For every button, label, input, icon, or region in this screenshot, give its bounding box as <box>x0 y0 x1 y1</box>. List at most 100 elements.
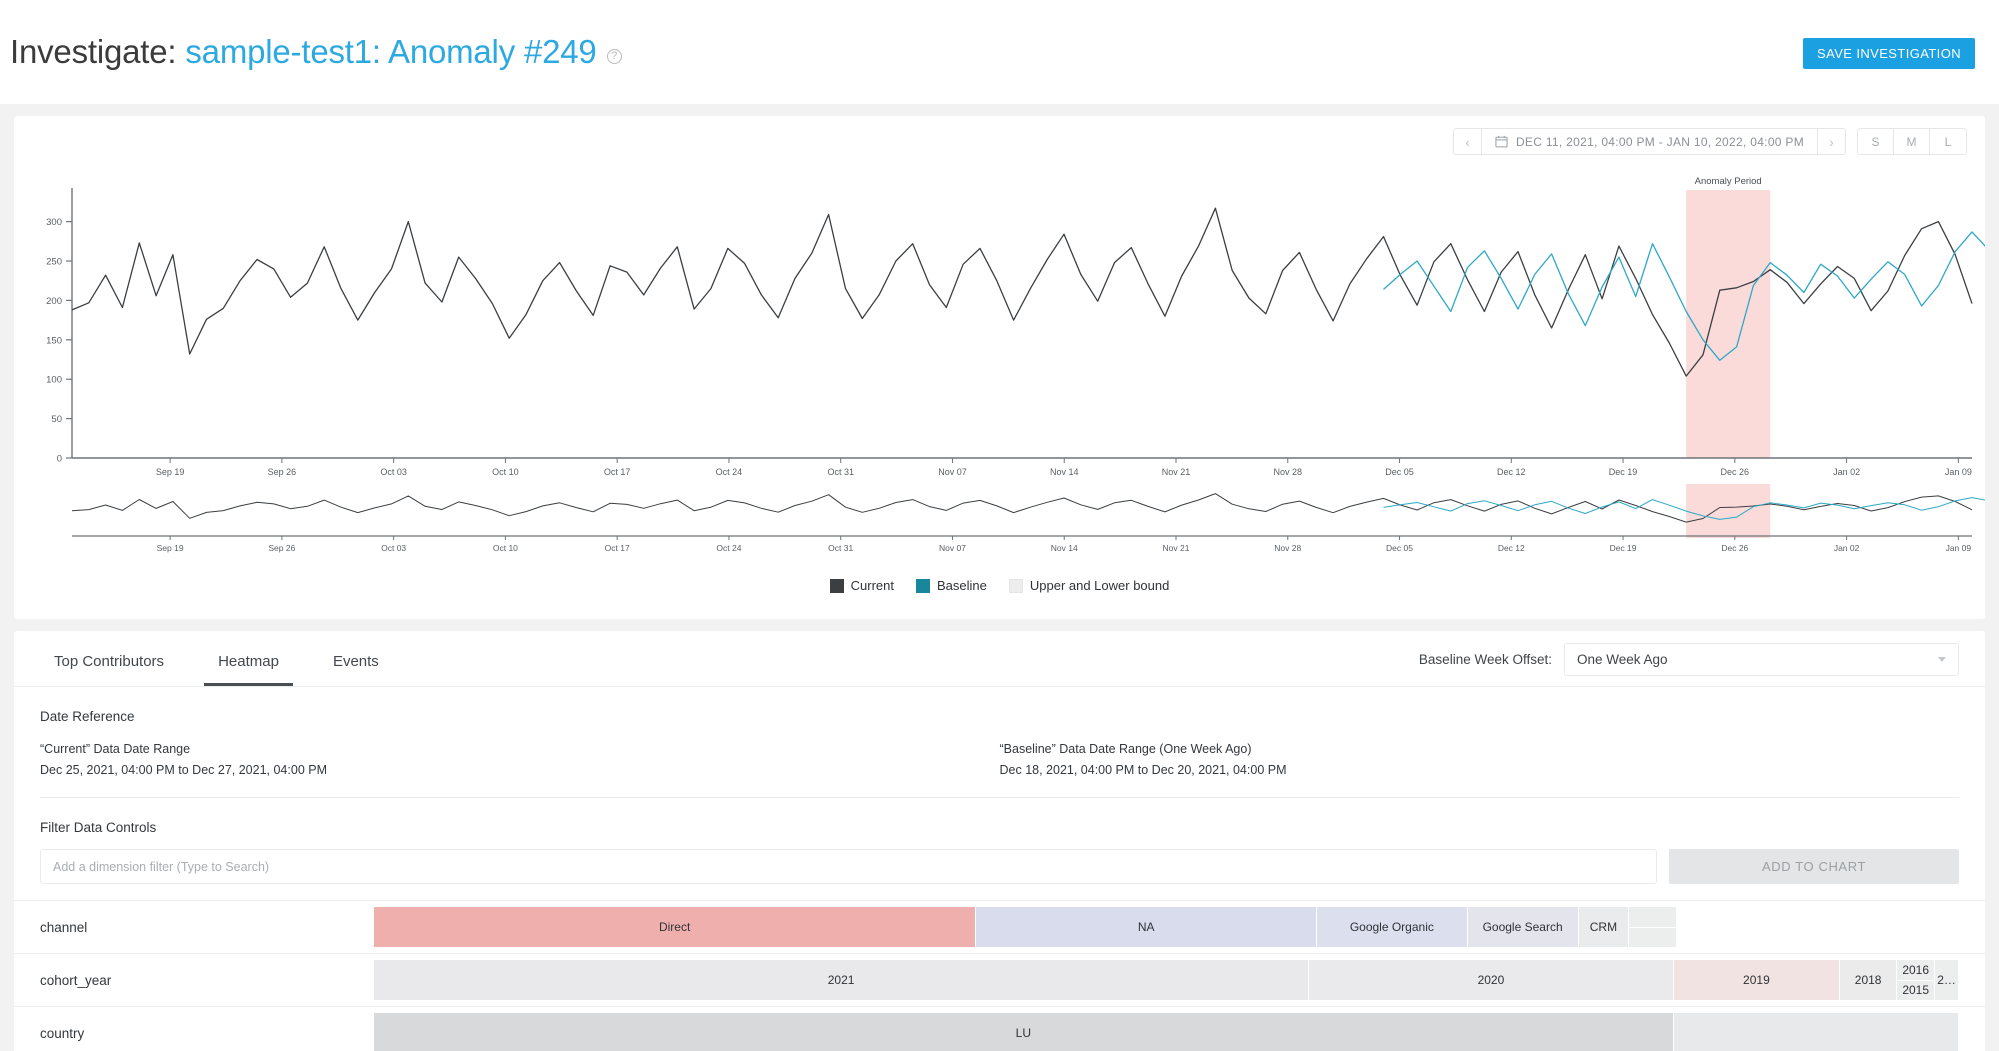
heatmap-subcell[interactable]: 2016 <box>1897 960 1935 981</box>
svg-text:Dec 05: Dec 05 <box>1385 467 1414 477</box>
baseline-week-offset-select[interactable]: One Week Ago <box>1564 643 1959 676</box>
baseline-date-range-value: Dec 18, 2021, 04:00 PM to Dec 20, 2021, … <box>999 763 1287 777</box>
svg-text:Anomaly Period: Anomaly Period <box>1695 176 1762 187</box>
svg-text:Jan 02: Jan 02 <box>1833 467 1860 477</box>
svg-text:Sep 19: Sep 19 <box>157 543 184 553</box>
chart-toolbar: ‹ DEC 11, 2021, 04:00 PM - JAN 10, 2022,… <box>1452 128 1967 155</box>
svg-text:Sep 19: Sep 19 <box>156 467 185 477</box>
chart-card: ‹ DEC 11, 2021, 04:00 PM - JAN 10, 2022,… <box>14 116 1985 619</box>
svg-text:Sep 26: Sep 26 <box>268 467 297 477</box>
date-reference-grid: “Current” Data Date Range Dec 25, 2021, … <box>14 724 1985 777</box>
filter-row: ADD TO CHART <box>14 835 1985 884</box>
svg-text:150: 150 <box>46 335 62 346</box>
heatmap-cell[interactable]: NA <box>976 907 1318 947</box>
heatmap-row: cohort_year 2021 2020 2019 2018 2016 2015 2… <box>14 953 1985 1006</box>
svg-text:Nov 07: Nov 07 <box>938 467 967 477</box>
svg-text:100: 100 <box>46 375 62 386</box>
page-header: Investigate: sample-test1: Anomaly #249 … <box>0 0 1999 104</box>
baseline-date-range: “Baseline” Data Date Range (One Week Ago… <box>1000 742 1960 777</box>
heatmap-row-label: channel <box>40 919 88 935</box>
heatmap-cell[interactable]: 2021 <box>374 960 1310 1000</box>
chevron-down-icon <box>1938 657 1946 662</box>
svg-text:Dec 26: Dec 26 <box>1721 467 1750 477</box>
svg-text:Jan 02: Jan 02 <box>1834 543 1860 553</box>
heatmap-subcell[interactable] <box>1629 907 1676 928</box>
heatmap-row-label: country <box>40 1025 85 1041</box>
svg-text:Oct 03: Oct 03 <box>380 467 407 477</box>
heatmap-cell[interactable]: 2016 2015 <box>1897 960 1936 1001</box>
legend-label-baseline: Baseline <box>936 578 987 593</box>
help-circle-icon[interactable]: ? <box>606 49 622 64</box>
range-label[interactable]: DEC 11, 2021, 04:00 PM - JAN 10, 2022, 0… <box>1482 129 1817 154</box>
tab-top-contributors[interactable]: Top Contributors <box>40 653 178 686</box>
heatmap-cell[interactable]: Google Search <box>1467 907 1579 947</box>
legend-swatch-current <box>829 578 844 593</box>
legend-item-bounds: Upper and Lower bound <box>1008 578 1170 593</box>
legend-label-bounds: Upper and Lower bound <box>1029 578 1170 593</box>
chart-size-l[interactable]: L <box>1930 129 1966 154</box>
heatmap-row: country LU <box>14 1006 1985 1051</box>
filter-data-controls-title: Filter Data Controls <box>40 820 157 835</box>
baseline-week-offset-label: Baseline Week Offset: <box>1418 652 1552 667</box>
svg-text:Nov 07: Nov 07 <box>939 543 966 553</box>
legend-swatch-bounds <box>1008 578 1023 593</box>
current-date-range-header: “Current” Data Date Range <box>40 742 191 756</box>
svg-text:200: 200 <box>46 296 62 307</box>
heatmap-cell[interactable]: Google Organic <box>1317 907 1468 947</box>
save-investigation-button[interactable]: SAVE INVESTIGATION <box>1803 38 1975 69</box>
svg-text:Dec 26: Dec 26 <box>1721 543 1748 553</box>
legend-item-baseline: Baseline <box>915 578 987 593</box>
date-reference-title: Date Reference <box>40 709 135 724</box>
dimension-filter-input[interactable] <box>40 849 1657 884</box>
baseline-week-offset-control: Baseline Week Offset: One Week Ago <box>1419 643 1959 676</box>
svg-text:Oct 17: Oct 17 <box>604 467 631 477</box>
heatmap-row-label: cohort_year <box>40 972 112 988</box>
svg-text:Oct 10: Oct 10 <box>493 543 518 553</box>
legend-item-current: Current <box>829 578 894 593</box>
page-title-lead: Investigate: <box>10 33 177 70</box>
heatmap-cells: Direct NA Google Organic Google Search CRM <box>374 901 1985 953</box>
svg-text:Oct 31: Oct 31 <box>828 543 853 553</box>
add-to-chart-button[interactable]: ADD TO CHART <box>1669 849 1959 884</box>
svg-text:Sep 26: Sep 26 <box>268 543 295 553</box>
tab-events[interactable]: Events <box>319 653 393 686</box>
heatmap-subcell[interactable] <box>1629 928 1676 948</box>
current-date-range-value: Dec 25, 2021, 04:00 PM to Dec 27, 2021, … <box>40 763 327 777</box>
heatmap-cell[interactable]: 2… <box>1935 960 1959 1000</box>
heatmap-cell[interactable]: 2019 <box>1673 960 1841 1000</box>
calendar-icon <box>1495 135 1508 148</box>
date-range-picker[interactable]: ‹ DEC 11, 2021, 04:00 PM - JAN 10, 2022,… <box>1452 128 1846 155</box>
heatmap-cell[interactable]: LU <box>374 1013 1674 1051</box>
heatmap-table: channel Direct NA Google Organic Google Sear… <box>14 900 1985 1051</box>
range-prev-button[interactable]: ‹ <box>1453 129 1482 154</box>
svg-text:Jan 09: Jan 09 <box>1946 543 1972 553</box>
heatmap-row: channel Direct NA Google Organic Google Sear… <box>14 900 1985 953</box>
timeseries-chart-svg: Anomaly Period 0 50 100 150 200 250 300 Sep 19 Se… <box>46 176 1985 553</box>
svg-text:Nov 28: Nov 28 <box>1273 467 1302 477</box>
heatmap-subcell[interactable]: 2015 <box>1897 981 1934 1001</box>
chart-size-s[interactable]: S <box>1858 129 1894 154</box>
svg-text:Nov 21: Nov 21 <box>1163 543 1190 553</box>
heatmap-cell[interactable]: 2018 <box>1840 960 1898 1000</box>
tab-heatmap[interactable]: Heatmap <box>204 653 293 686</box>
svg-text:Nov 14: Nov 14 <box>1051 543 1078 553</box>
heatmap-cell[interactable] <box>1629 907 1677 947</box>
range-next-button[interactable]: › <box>1817 129 1845 154</box>
heatmap-cell[interactable] <box>1673 1013 1959 1051</box>
chart-size-m[interactable]: M <box>1894 129 1930 154</box>
heatmap-cell[interactable]: CRM <box>1578 907 1630 947</box>
range-text: DEC 11, 2021, 04:00 PM - JAN 10, 2022, 0… <box>1515 134 1804 149</box>
timeseries-chart[interactable]: Anomaly Period 0 50 100 150 200 250 300 Sep 19 Se… <box>14 168 1985 558</box>
svg-text:Dec 12: Dec 12 <box>1498 543 1525 553</box>
svg-text:Dec 12: Dec 12 <box>1497 467 1526 477</box>
page-title-link[interactable]: sample-test1: Anomaly #249 <box>185 33 596 71</box>
heatmap-cell[interactable]: 2020 <box>1309 960 1674 1000</box>
heatmap-cells: LU <box>374 1007 1985 1051</box>
heatmap-cell[interactable]: Direct <box>374 907 977 947</box>
svg-text:Oct 24: Oct 24 <box>716 467 743 477</box>
heatmap-cells: 2021 2020 2019 2018 2016 2015 2… <box>374 954 1985 1006</box>
svg-text:Nov 28: Nov 28 <box>1274 543 1301 553</box>
svg-text:Oct 31: Oct 31 <box>827 467 854 477</box>
svg-text:300: 300 <box>46 217 62 228</box>
svg-text:Oct 24: Oct 24 <box>716 543 741 553</box>
